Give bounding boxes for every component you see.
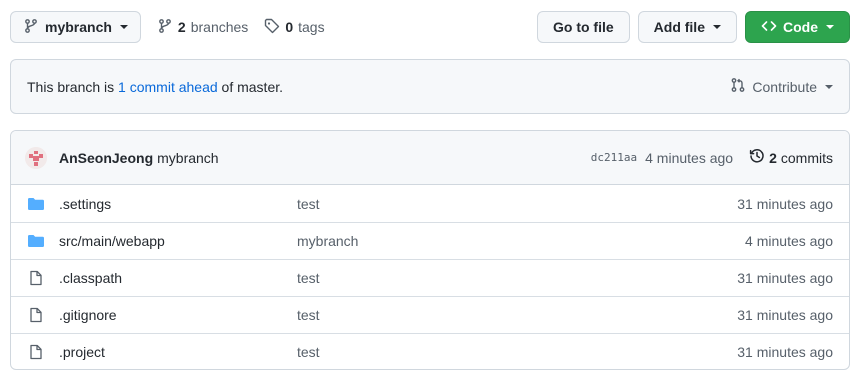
file-name[interactable]: .project xyxy=(59,344,105,360)
file-name[interactable]: src/main/webapp xyxy=(59,233,165,249)
file-commit-time: 31 minutes ago xyxy=(737,307,833,323)
branch-name: mybranch xyxy=(45,19,112,35)
chevron-down-icon xyxy=(713,25,721,29)
commits-label: commits xyxy=(780,149,833,166)
tag-icon xyxy=(264,18,280,37)
avatar[interactable] xyxy=(25,146,47,169)
notice-prefix: This branch is xyxy=(27,78,119,95)
contribute-label: Contribute xyxy=(752,78,817,95)
chevron-down-icon xyxy=(826,25,834,29)
folder-icon xyxy=(27,196,45,212)
file-commit-message[interactable]: test xyxy=(297,196,320,212)
contribute-dropdown[interactable]: Contribute xyxy=(730,77,833,96)
file-listing: AnSeonJeong mybranch dc211aa 4 minutes a… xyxy=(10,130,850,370)
file-row[interactable]: .settings test 31 minutes ago xyxy=(11,185,849,222)
code-icon xyxy=(761,18,777,37)
branches-count: 2 xyxy=(177,19,186,35)
file-name[interactable]: .gitignore xyxy=(59,307,117,323)
latest-commit-bar: AnSeonJeong mybranch dc211aa 4 minutes a… xyxy=(11,131,849,185)
tags-count: 0 xyxy=(285,19,294,35)
file-commit-message[interactable]: mybranch xyxy=(297,233,358,249)
commit-message[interactable]: mybranch xyxy=(157,150,218,166)
file-row[interactable]: .project test 31 minutes ago xyxy=(11,333,849,369)
file-commit-time: 31 minutes ago xyxy=(737,344,833,360)
file-icon xyxy=(27,307,45,323)
file-name[interactable]: .settings xyxy=(59,196,111,212)
folder-icon xyxy=(27,233,45,249)
branches-link[interactable]: 2 branches xyxy=(157,18,248,37)
code-label: Code xyxy=(783,19,818,35)
file-commit-time: 31 minutes ago xyxy=(737,195,833,212)
commits-ahead-link[interactable]: 1 commit ahead xyxy=(118,79,218,95)
file-commit-time: 31 minutes ago xyxy=(737,270,833,286)
file-icon xyxy=(27,344,45,360)
chevron-down-icon xyxy=(825,84,833,89)
toolbar-actions: Go to file Add file Code xyxy=(536,11,850,43)
file-row[interactable]: src/main/webapp mybranch 4 minutes ago xyxy=(11,222,849,259)
git-branch-icon xyxy=(157,18,173,37)
file-rows: .settings test 31 minutes ago src/main/w… xyxy=(11,185,849,369)
file-commit-message[interactable]: test xyxy=(297,307,320,323)
commit-time: 4 minutes ago xyxy=(645,149,734,166)
git-branch-icon xyxy=(23,18,39,37)
file-name[interactable]: .classpath xyxy=(59,270,122,286)
tags-label: tags xyxy=(298,19,325,35)
branch-select-button[interactable]: mybranch xyxy=(10,11,141,43)
file-icon xyxy=(27,270,45,286)
file-commit-time: 4 minutes ago xyxy=(745,233,833,249)
file-row[interactable]: .gitignore test 31 minutes ago xyxy=(11,296,849,333)
tags-link[interactable]: 0 tags xyxy=(264,18,325,37)
branches-label: branches xyxy=(190,19,249,35)
commit-sha[interactable]: dc211aa xyxy=(591,151,637,164)
notice-suffix: of master. xyxy=(217,78,284,95)
chevron-down-icon xyxy=(119,25,128,29)
repo-toolbar: mybranch 2 branches 0 tags Go to file Ad… xyxy=(10,11,850,43)
file-row[interactable]: .classpath test 31 minutes ago xyxy=(11,259,849,296)
go-to-file-button[interactable]: Go to file xyxy=(536,11,630,43)
commits-history-link[interactable]: 2 commits xyxy=(749,148,833,167)
commits-count: 2 xyxy=(769,149,777,166)
branch-status-notice: This branch is 1 commit ahead of master.… xyxy=(10,59,850,114)
add-file-button[interactable]: Add file xyxy=(637,11,737,43)
history-icon xyxy=(749,148,765,167)
file-commit-message[interactable]: test xyxy=(297,344,320,360)
commit-author[interactable]: AnSeonJeong xyxy=(59,150,153,166)
file-commit-message[interactable]: test xyxy=(297,270,320,286)
commit-meta: dc211aa 4 minutes ago 2 commits xyxy=(591,148,833,167)
add-file-label: Add file xyxy=(653,19,705,35)
pull-request-icon xyxy=(730,77,746,96)
code-button[interactable]: Code xyxy=(745,11,850,43)
